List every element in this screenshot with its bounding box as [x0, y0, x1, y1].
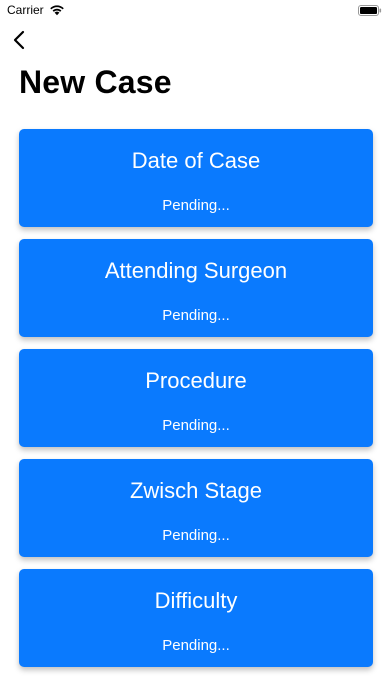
zwisch-stage-card[interactable]: Zwisch Stage Pending...: [19, 459, 373, 557]
card-title: Attending Surgeon: [104, 258, 288, 283]
page-title: New Case: [19, 64, 172, 100]
card-title: Date of Case: [131, 148, 261, 173]
case-field-list: Date of Case Pending... Attending Surgeo…: [19, 129, 373, 679]
procedure-card[interactable]: Procedure Pending...: [19, 349, 373, 447]
battery-icon: [358, 5, 382, 16]
carrier-label: Carrier: [7, 3, 44, 17]
wifi-icon: [49, 5, 64, 16]
screen: Carrier New Case Date of Case Pending...…: [0, 0, 392, 696]
card-title: Procedure: [145, 368, 247, 393]
card-status: Pending...: [162, 197, 230, 214]
date-of-case-card[interactable]: Date of Case Pending...: [19, 129, 373, 227]
card-status: Pending...: [162, 417, 230, 434]
status-bar: Carrier: [0, 0, 392, 24]
card-status: Pending...: [162, 307, 230, 324]
chevron-left-icon: [13, 30, 25, 50]
card-status: Pending...: [162, 527, 230, 544]
back-button[interactable]: [8, 28, 32, 52]
carrier-label-group: Carrier: [7, 3, 65, 17]
card-title: Difficulty: [154, 588, 238, 613]
attending-surgeon-card[interactable]: Attending Surgeon Pending...: [19, 239, 373, 337]
card-status: Pending...: [162, 637, 230, 654]
card-title: Zwisch Stage: [129, 478, 263, 503]
difficulty-card[interactable]: Difficulty Pending...: [19, 569, 373, 667]
